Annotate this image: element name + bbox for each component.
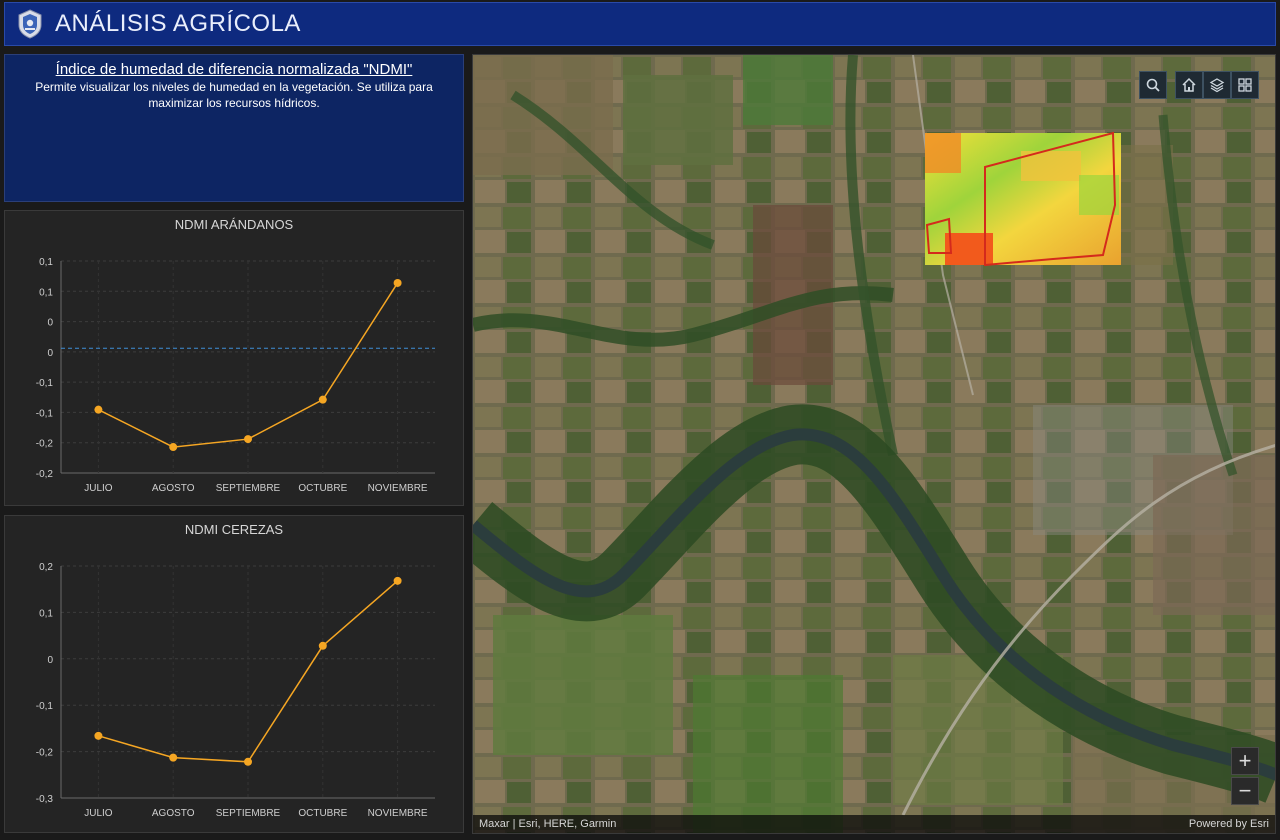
y-tick-label: -0,2 — [36, 469, 54, 480]
map-basemap-gallery-button[interactable] — [1231, 71, 1259, 99]
app-header: ANÁLISIS AGRÍCOLA — [4, 2, 1276, 46]
y-tick-label: 0 — [47, 318, 53, 329]
y-tick-label: 0,1 — [39, 608, 53, 619]
data-point — [393, 576, 402, 585]
data-point — [169, 443, 178, 452]
y-tick-label: 0 — [47, 348, 53, 359]
search-icon — [1146, 78, 1160, 92]
y-tick-label: -0,1 — [36, 378, 54, 389]
ndmi-info-panel: Índice de humedad de diferencia normaliz… — [4, 54, 464, 202]
y-tick-label: 0,1 — [39, 257, 53, 268]
x-tick-label: NOVIEMBRE — [368, 808, 428, 819]
satellite-imagery[interactable] — [473, 55, 1276, 834]
y-tick-label: 0 — [47, 655, 53, 666]
y-tick-label: -0,2 — [36, 748, 54, 759]
data-point — [318, 641, 327, 650]
x-tick-label: JULIO — [84, 483, 113, 494]
map-layers-button[interactable] — [1203, 71, 1231, 99]
map-search-button[interactable] — [1139, 71, 1167, 99]
x-tick-label: AGOSTO — [152, 808, 195, 819]
chart-panel-arandanos: NDMI ARÁNDANOS 0,1 0,1 0 0 -0,1 -0,1 -0,2 -0,2 J… — [4, 210, 464, 506]
basemap-gallery-icon — [1238, 78, 1252, 92]
powered-by-esri[interactable]: Powered by Esri — [1189, 818, 1269, 830]
x-tick-label: AGOSTO — [152, 483, 195, 494]
data-point — [393, 278, 402, 287]
data-point — [169, 753, 178, 762]
map-attribution-bar: Maxar | Esri, HERE, Garmin Powered by Es… — [473, 815, 1275, 833]
data-point — [244, 435, 252, 444]
y-tick-label: -0,2 — [36, 439, 54, 450]
y-tick-label: -0,1 — [36, 408, 54, 419]
y-tick-label: -0,1 — [36, 701, 54, 712]
zoom-in-button[interactable]: + — [1231, 747, 1259, 775]
data-point — [94, 731, 103, 740]
logo-icon — [18, 9, 42, 39]
home-icon — [1182, 77, 1196, 92]
x-tick-label: SEPTIEMBRE — [216, 483, 281, 494]
ndmi-overlay[interactable] — [925, 131, 1121, 267]
y-tick-label: 0,2 — [39, 562, 53, 573]
map-home-button[interactable] — [1175, 71, 1203, 99]
ndmi-info-title: Índice de humedad de diferencia normaliz… — [55, 61, 413, 78]
data-point — [94, 405, 103, 414]
y-tick-label: 0,1 — [39, 287, 53, 298]
x-tick-label: SEPTIEMBRE — [216, 808, 281, 819]
data-point — [318, 395, 327, 404]
app-title: ANÁLISIS AGRÍCOLA — [55, 10, 301, 37]
x-tick-label: OCTUBRE — [298, 483, 347, 494]
chart-panel-cerezas: NDMI CEREZAS 0,2 0,1 0 -0,1 -0,2 -0,3 JULIO AGO… — [4, 515, 464, 833]
x-tick-label: NOVIEMBRE — [368, 483, 428, 494]
data-point — [244, 757, 252, 766]
x-tick-label: OCTUBRE — [298, 808, 347, 819]
ndmi-arandanos-chart: 0,1 0,1 0 0 -0,1 -0,1 -0,2 -0,2 JULIO AGOSTO SEPTI… — [36, 257, 435, 494]
ndmi-info-description: Permite visualizar los niveles de humeda… — [35, 80, 433, 110]
x-tick-label: JULIO — [84, 808, 113, 819]
zoom-out-button[interactable]: − — [1231, 777, 1259, 805]
y-tick-label: -0,3 — [36, 794, 54, 805]
ndmi-cerezas-chart: 0,2 0,1 0 -0,1 -0,2 -0,3 JULIO AGOSTO SEPTIEMBRE… — [36, 562, 435, 819]
map-attribution[interactable]: Maxar | Esri, HERE, Garmin — [479, 818, 616, 830]
satellite-map[interactable]: + − Maxar | Esri, HERE, Garmin Powered b… — [472, 54, 1276, 834]
layers-icon — [1209, 78, 1225, 93]
